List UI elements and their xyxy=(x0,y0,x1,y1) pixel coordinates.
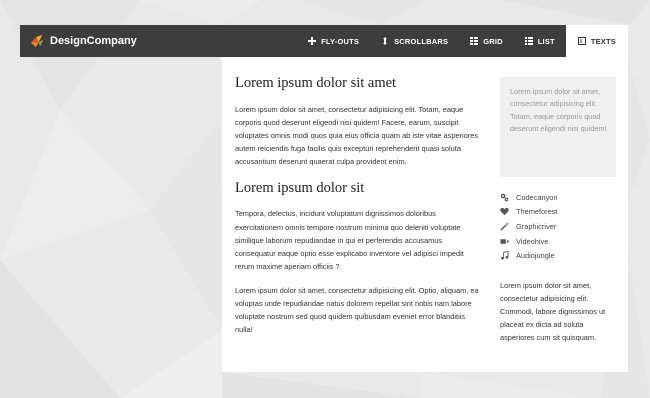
sidebar-link-label: Codecanyon xyxy=(516,192,558,202)
sidebar: Lorem ipsum dolor sit amet, consectetur … xyxy=(500,77,616,344)
plus-icon xyxy=(308,37,317,45)
paragraph-2: Tempora, delectus, incidunt voluptatum d… xyxy=(235,209,464,271)
nav-item-texts[interactable]: TEXTS xyxy=(565,25,628,57)
section-heading-1: Lorem ipsum dolor sit amet xyxy=(235,75,397,91)
brand[interactable]: DesignCompany xyxy=(30,25,137,57)
video-camera-icon xyxy=(500,238,509,244)
list-icon xyxy=(524,37,533,45)
nav-item-grid[interactable]: GRID xyxy=(459,25,514,57)
sidebar-text: Lorem ipsum dolor sit amet, consectetur … xyxy=(500,280,606,343)
cogs-icon xyxy=(500,193,509,202)
nav-item-label: FLY-OUTS xyxy=(321,36,360,46)
content-panel: Lorem ipsum dolor sit amet Lorem ipsum d… xyxy=(222,57,628,372)
paragraph-3: Lorem ipsum dolor sit amet, consectetur … xyxy=(235,285,479,335)
music-note-icon xyxy=(501,251,509,260)
brand-logo-icon xyxy=(30,34,44,47)
main-nav: FLY-OUTS SCROLLBARS GRID LIST TEXTS xyxy=(297,25,628,57)
nav-item-label: SCROLLBARS xyxy=(394,36,449,46)
text-box-icon xyxy=(577,37,586,45)
sidebar-link-label: Audiojungle xyxy=(516,251,555,261)
sidebar-link-videohive[interactable]: Videohive xyxy=(500,234,616,249)
nav-item-label: LIST xyxy=(537,36,555,46)
main-column: Lorem ipsum dolor sit amet Lorem ipsum d… xyxy=(235,74,481,347)
sidebar-link-label: Themeforest xyxy=(516,207,558,217)
nav-item-scrollbars[interactable]: SCROLLBARS xyxy=(370,25,459,57)
grid-icon xyxy=(470,37,479,45)
sidebar-link-label: Graphicriver xyxy=(516,221,557,231)
nav-item-fly-outs[interactable]: FLY-OUTS xyxy=(297,25,370,57)
vertical-arrows-icon xyxy=(383,37,388,45)
section-heading-2: Lorem ipsum dolor sit xyxy=(235,180,365,197)
sidebar-link-codecanyon[interactable]: Codecanyon xyxy=(500,190,616,205)
brand-name: DesignCompany xyxy=(50,35,137,47)
sidebar-links: Codecanyon Themeforest Graphicriver Vide… xyxy=(500,190,616,263)
sidebar-link-graphicriver[interactable]: Graphicriver xyxy=(500,219,616,234)
top-navbar: DesignCompany FLY-OUTS SCROLLBARS GRID L… xyxy=(20,25,628,57)
heart-icon xyxy=(500,208,509,216)
sidebar-link-audiojungle[interactable]: Audiojungle xyxy=(500,248,616,263)
quote-box: Lorem ipsum dolor sit amet, consectetur … xyxy=(500,77,616,177)
sidebar-link-label: Videohive xyxy=(516,236,549,246)
nav-item-list[interactable]: LIST xyxy=(514,25,566,57)
nav-item-label: TEXTS xyxy=(590,36,616,46)
magic-wand-icon xyxy=(500,222,509,231)
sidebar-link-themeforest[interactable]: Themeforest xyxy=(500,205,616,220)
paragraph-1: Lorem ipsum dolor sit amet, consectetur … xyxy=(235,105,479,167)
nav-item-label: GRID xyxy=(483,36,503,46)
